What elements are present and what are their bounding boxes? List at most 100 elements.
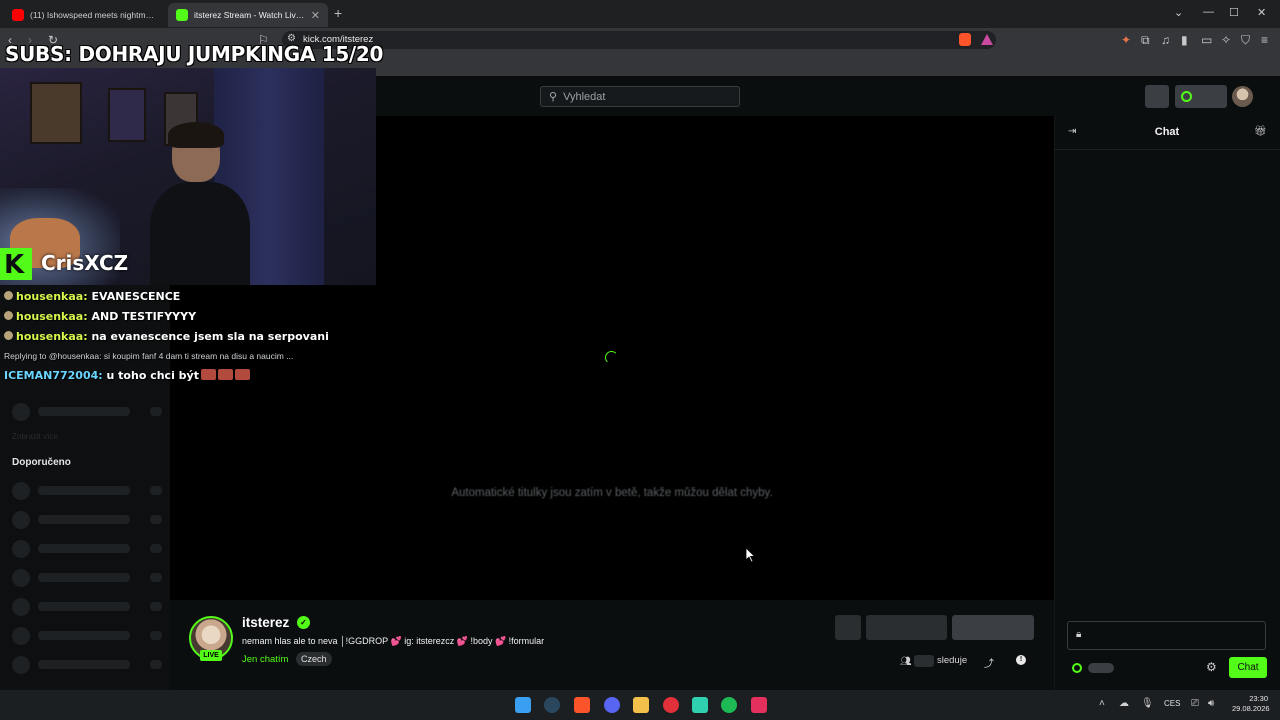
kick-icon <box>176 9 188 21</box>
emote-icon <box>217 369 233 380</box>
discord-icon[interactable] <box>604 697 620 713</box>
steam-icon[interactable] <box>544 697 560 713</box>
brave-shields-icon[interactable] <box>959 33 971 46</box>
address-bar[interactable] <box>282 31 996 49</box>
chat-settings-icon[interactable]: ⚙ <box>1206 660 1217 674</box>
folder-icon[interactable] <box>633 697 649 713</box>
badge-icon <box>4 311 13 320</box>
app-teal-icon[interactable] <box>692 697 708 713</box>
info-icon[interactable]: ! <box>1016 655 1026 665</box>
points-balance <box>1088 663 1114 673</box>
notification-button[interactable] <box>835 615 861 640</box>
subscribe-button[interactable] <box>952 615 1034 640</box>
wallet-icon[interactable]: ▭ <box>1201 33 1212 47</box>
kick-points-icon[interactable] <box>1072 663 1082 673</box>
browser-tab-youtube[interactable]: (11) Ishowspeed meets nightmare fr <box>4 3 164 27</box>
browser-tab-kick[interactable]: itsterez Stream - Watch Live on K ✕ <box>168 3 328 27</box>
viewers-label: sleduje <box>937 655 968 666</box>
leo-icon[interactable]: ✧ <box>1221 33 1231 47</box>
search-icon: ⚲ <box>549 91 558 103</box>
overlay-reply-line: Replying to @housenkaa: si koupim fanf 4… <box>4 351 294 361</box>
badge-icon <box>4 331 13 340</box>
gift-icon[interactable]: 🎁︎ <box>1254 126 1267 137</box>
overlay-chat-message: housenkaa: AND TESTIFYYYY <box>4 310 196 323</box>
brave-rewards-icon[interactable] <box>981 34 993 45</box>
tab-label: itsterez Stream - Watch Live on K <box>194 10 305 20</box>
kick-points-button[interactable] <box>1175 85 1227 108</box>
volume-icon[interactable]: 🔊︎ <box>1208 698 1214 709</box>
chat-title: Chat <box>1154 126 1180 138</box>
youtube-icon <box>12 9 24 21</box>
webcam-name-label: CrisXCZ <box>41 251 129 275</box>
network-icon[interactable]: ⎚ <box>1191 698 1199 709</box>
sidebar-skeleton-row <box>12 482 162 500</box>
auto-captions-notice: Automatické titulky jsou zatím v betě, t… <box>451 487 773 499</box>
overlay-chat-message: housenkaa: EVANESCENCE <box>4 290 180 303</box>
chat-panel <box>1054 116 1280 690</box>
follow-button[interactable] <box>866 615 947 640</box>
loading-spinner-icon <box>605 351 618 364</box>
clock[interactable]: 23:30 29.08.2026 <box>1232 694 1270 714</box>
share-icon[interactable]: ⤴ <box>984 655 994 670</box>
chat-message-input[interactable]: 🔒︎ <box>1067 621 1266 650</box>
chat-send-button[interactable]: Chat <box>1229 657 1267 678</box>
emote-icon <box>200 369 216 380</box>
emote-icon <box>234 369 250 380</box>
sidebar-skeleton-row <box>12 627 162 645</box>
sidebar-show-more[interactable]: Zobrazit více <box>12 432 58 441</box>
sidebar-skeleton-row <box>12 540 162 558</box>
language-indicator[interactable]: CES <box>1164 699 1180 708</box>
clock-time: 23:30 <box>1249 694 1268 703</box>
tray-chevron-icon[interactable]: ˄ <box>1099 698 1105 709</box>
overlay-chat-message: housenkaa: na evanescence jsem sla na se… <box>4 330 329 343</box>
spotify-icon[interactable] <box>721 697 737 713</box>
stream-title: nemam hlas ale to neva │!GGDROP 💕 ig: it… <box>242 636 545 646</box>
subs-goal-overlay: SUBS: DOHRAJU JUMPKINGA 15/20 <box>5 42 384 66</box>
maximize-button[interactable]: ☐ <box>1229 6 1239 19</box>
overlay-chat-message: ICEMAN772004: u toho chci být <box>4 369 250 382</box>
kick-logo-letter: K <box>4 250 25 280</box>
streamer-person <box>150 122 250 285</box>
sidebar-skeleton-row <box>12 598 162 616</box>
close-window-button[interactable]: ✕ <box>1257 6 1266 19</box>
sidebar-skeleton-row <box>12 511 162 529</box>
viewer-count <box>914 655 934 667</box>
minimize-button[interactable]: — <box>1203 6 1214 18</box>
streamer-name[interactable]: itsterez <box>242 615 289 630</box>
language-tag[interactable]: Czech <box>296 652 332 666</box>
sidebar-skeleton-row <box>12 403 162 421</box>
wall-poster <box>108 88 146 142</box>
sidebar-skeleton-row <box>12 569 162 587</box>
lock-icon: 🔒︎ <box>1076 629 1082 640</box>
extension-icon[interactable]: ✦ <box>1121 33 1131 47</box>
app-pink-icon[interactable] <box>751 697 767 713</box>
brave-icon[interactable] <box>574 697 590 713</box>
wall-poster <box>30 82 82 144</box>
header-action-button[interactable] <box>1145 85 1169 108</box>
tab-label: (11) Ishowspeed meets nightmare fr <box>30 10 156 20</box>
sidebar-icon[interactable]: ▮ <box>1181 33 1188 47</box>
mouse-cursor-icon <box>746 548 756 563</box>
viewers-icon: 👥︎ <box>900 656 912 666</box>
close-tab-icon[interactable]: ✕ <box>311 9 320 22</box>
menu-icon[interactable]: ≡ <box>1261 33 1268 47</box>
start-icon[interactable] <box>515 697 531 713</box>
verified-icon: ✓ <box>297 616 310 629</box>
stream-category-link[interactable]: Jen chatím <box>242 654 288 665</box>
live-badge: LIVE <box>200 650 222 661</box>
badge-icon <box>4 291 13 300</box>
sidebar-skeleton-row <box>12 656 162 674</box>
app-red-icon[interactable] <box>663 697 679 713</box>
sidebar-recommended-title: Doporučeno <box>12 457 71 468</box>
search-placeholder: Vyhledat <box>563 90 606 103</box>
clock-date: 29.08.2026 <box>1232 704 1270 713</box>
user-avatar[interactable] <box>1232 86 1253 107</box>
microphone-icon[interactable]: 🎙︎ <box>1141 698 1154 709</box>
onedrive-icon[interactable]: ☁ <box>1119 698 1129 709</box>
music-icon[interactable]: ♫ <box>1161 33 1170 47</box>
puzzle-icon[interactable]: ⧉ <box>1141 33 1150 48</box>
tab-list-icon[interactable]: ⌄ <box>1174 6 1183 19</box>
vpn-icon[interactable]: ⛉ <box>1241 33 1250 48</box>
new-tab-button[interactable]: + <box>334 5 342 21</box>
search-input[interactable]: ⚲ Vyhledat <box>540 86 740 107</box>
